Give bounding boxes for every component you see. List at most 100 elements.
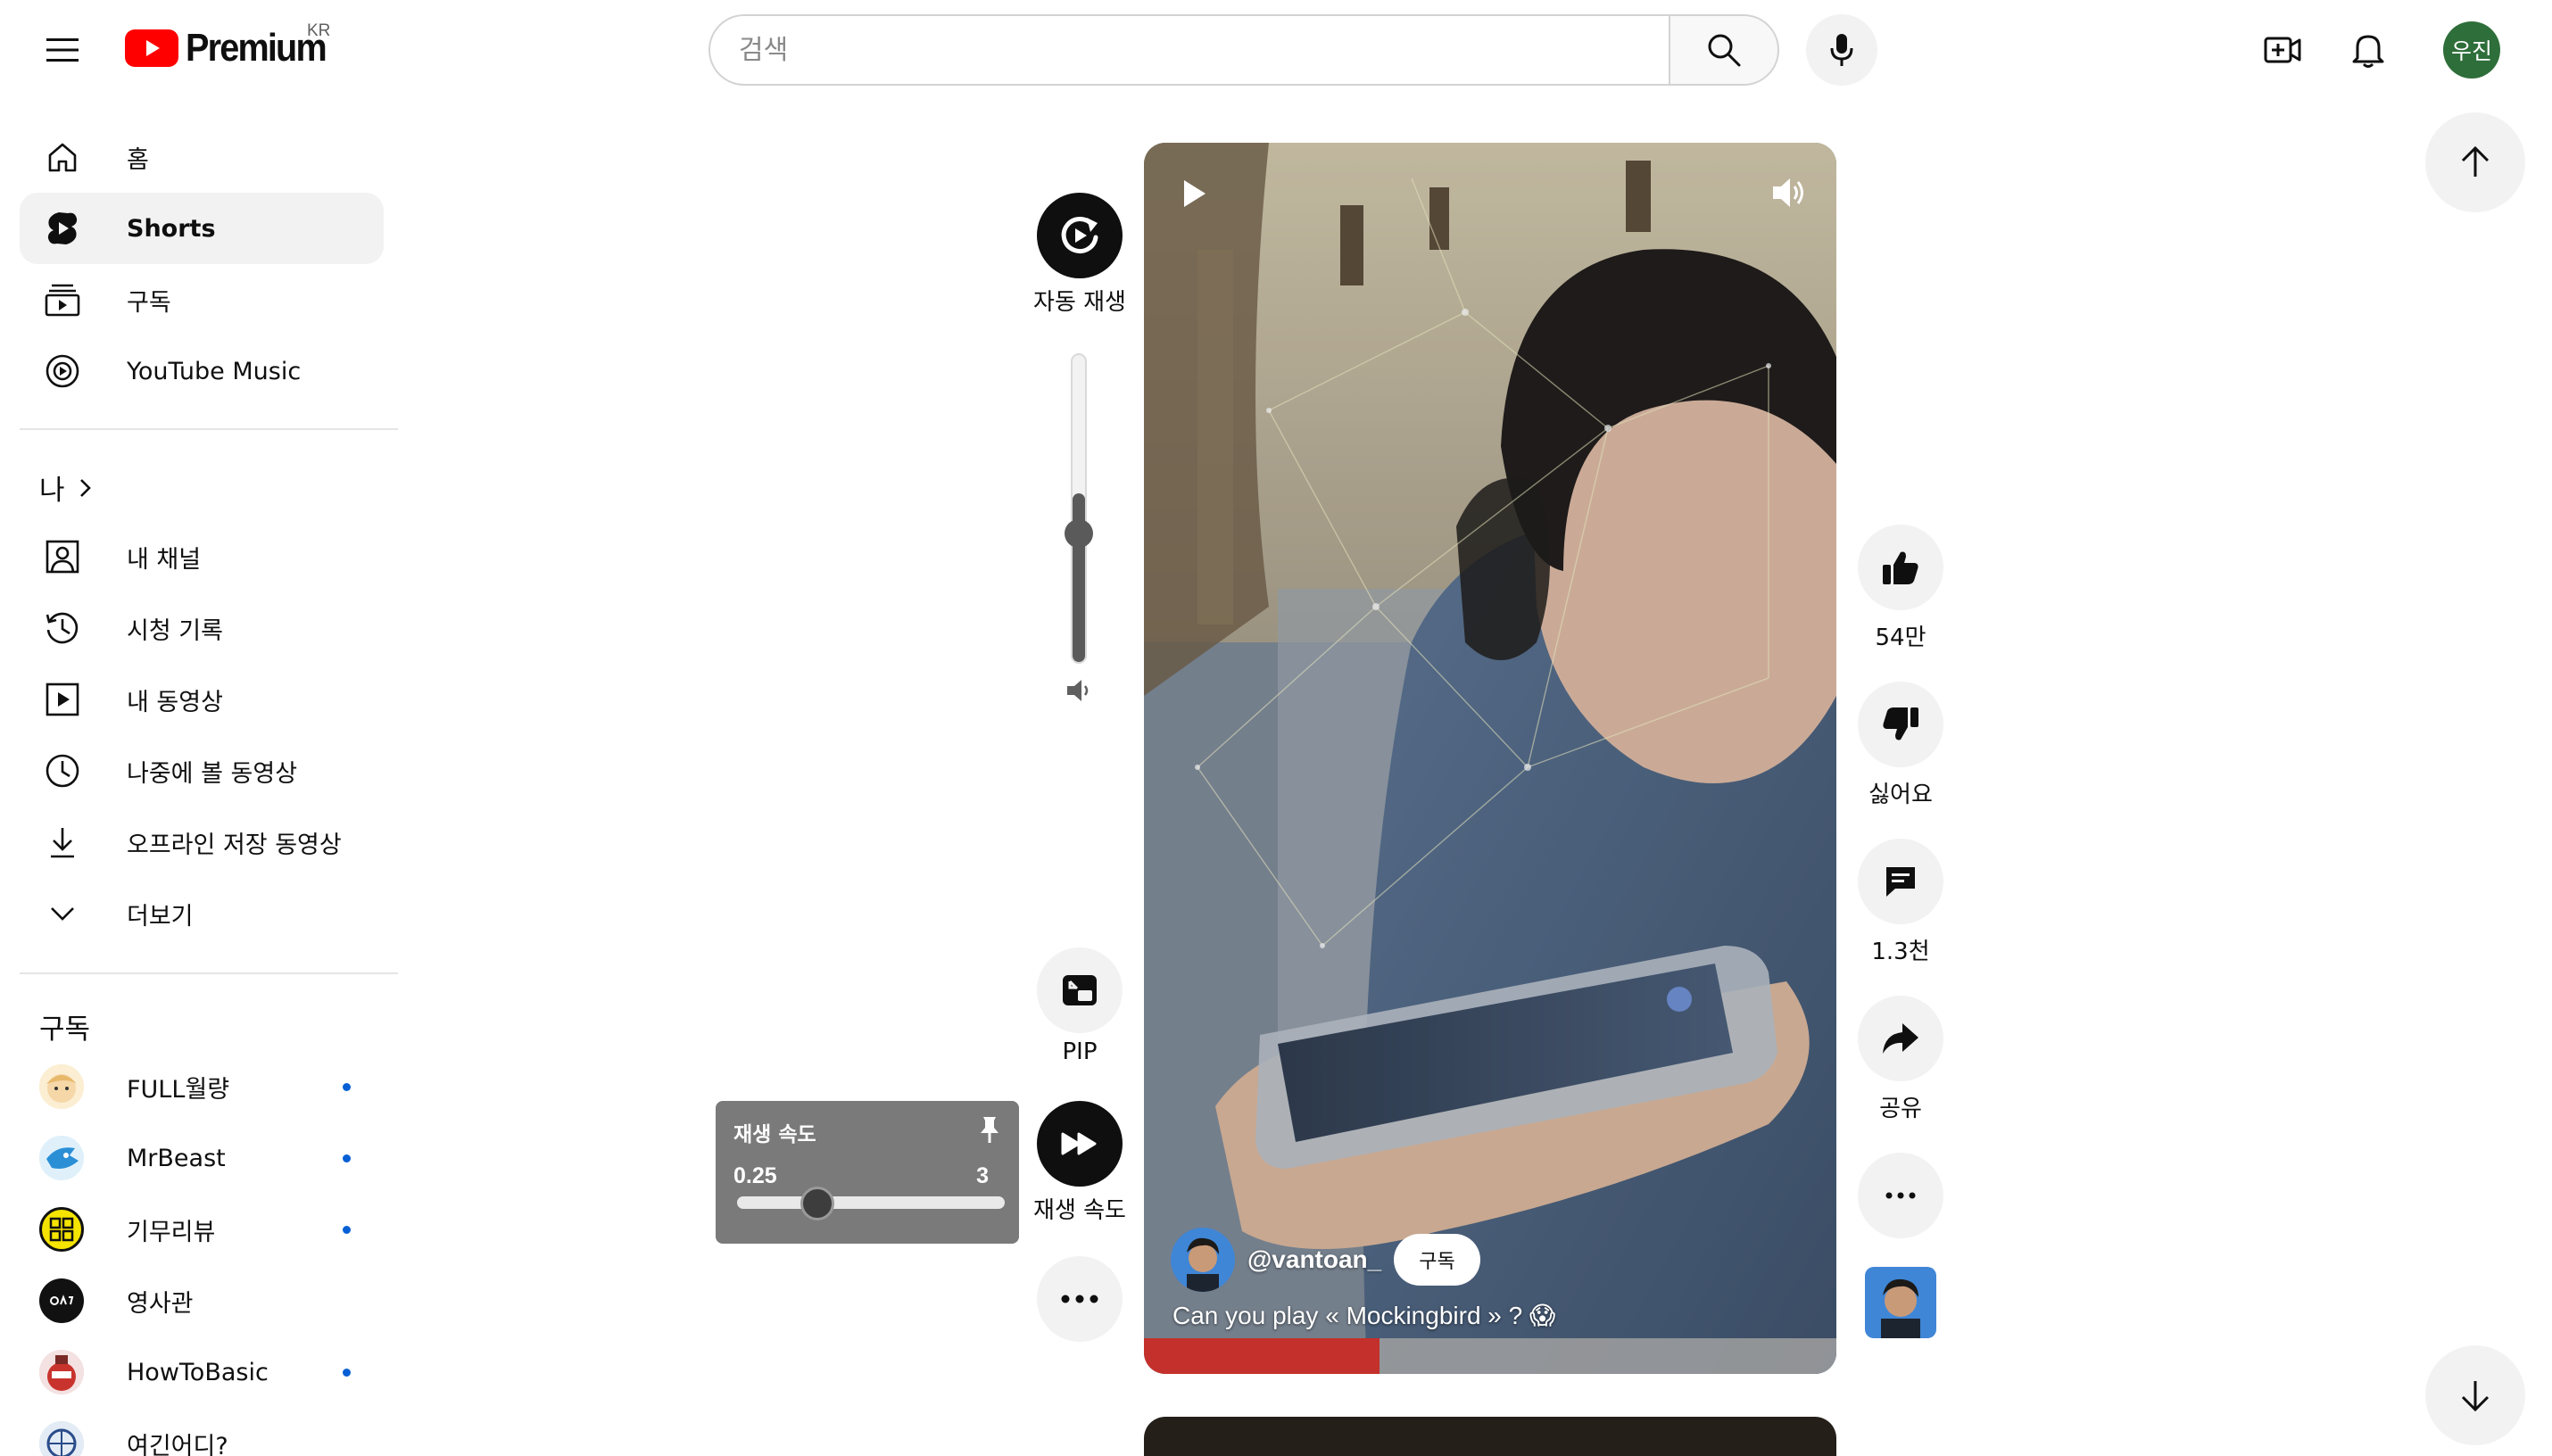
thumbs-up-icon bbox=[1883, 551, 1918, 584]
new-content-dot bbox=[343, 1154, 351, 1162]
sidebar-item-label: 구독 bbox=[127, 288, 171, 317]
video-mute-button[interactable] bbox=[1770, 175, 1808, 215]
subscription-item[interactable]: FULL월량 bbox=[20, 1051, 384, 1122]
subscription-item[interactable]: 여긴어디? bbox=[20, 1408, 384, 1456]
comment-count: 1.3천 bbox=[1871, 939, 1930, 965]
voice-search-button[interactable] bbox=[1806, 14, 1877, 86]
channel-row: @vantoan_ 구독 bbox=[1171, 1228, 1480, 1292]
sidebar-item-show-more[interactable]: 더보기 bbox=[20, 878, 384, 949]
your-channel-icon bbox=[41, 535, 84, 578]
pip-button[interactable] bbox=[1037, 947, 1123, 1033]
player-more-button[interactable] bbox=[1037, 1256, 1123, 1342]
pin-icon[interactable] bbox=[978, 1115, 1001, 1148]
sidebar-item-subscriptions[interactable]: 구독 bbox=[20, 264, 384, 335]
chevron-down-icon bbox=[41, 892, 84, 935]
channel-avatar bbox=[39, 1421, 84, 1456]
speed-slider-handle[interactable] bbox=[800, 1187, 834, 1220]
sidebar-item-your-videos[interactable]: 내 동영상 bbox=[20, 664, 384, 735]
like-count: 54만 bbox=[1875, 625, 1926, 651]
sidebar-item-watch-later[interactable]: 나중에 볼 동영상 bbox=[20, 735, 384, 807]
volume-icon bbox=[1773, 178, 1803, 207]
search-input[interactable] bbox=[739, 34, 1669, 66]
channel-avatar bbox=[39, 1064, 84, 1109]
more-actions-button[interactable] bbox=[1858, 1153, 1943, 1238]
downloads-icon bbox=[41, 821, 84, 864]
subscription-item[interactable]: MrBeast bbox=[20, 1122, 384, 1194]
sidebar-divider bbox=[20, 428, 398, 430]
logo-text: Premium bbox=[186, 26, 327, 70]
sidebar-item-home[interactable]: 홈 bbox=[20, 121, 384, 193]
channel-name[interactable]: @vantoan_ bbox=[1247, 1245, 1381, 1274]
microphone-icon bbox=[1830, 34, 1853, 66]
video-caption[interactable]: Can you play « Mockingbird » ? 😱 bbox=[1172, 1301, 1555, 1330]
sidebar-item-history[interactable]: 시청 기록 bbox=[20, 592, 384, 664]
subscriptions-icon bbox=[41, 278, 84, 321]
sidebar-item-label: 나중에 볼 동영상 bbox=[127, 759, 298, 788]
share-label: 공유 bbox=[1879, 1096, 1922, 1122]
sidebar-item-label: Shorts bbox=[127, 214, 216, 243]
sidebar-item-label: 내 채널 bbox=[127, 545, 202, 574]
speed-slider[interactable] bbox=[737, 1196, 1005, 1209]
create-video-icon bbox=[2264, 37, 2301, 63]
chevron-right-icon bbox=[79, 478, 91, 497]
sidebar: 홈 Shorts 구독 YouTube Music 나 내 채널 시청 기록 내… bbox=[0, 100, 400, 1456]
video-progress-bar[interactable] bbox=[1144, 1338, 1836, 1374]
play-icon bbox=[1184, 180, 1206, 207]
create-button[interactable] bbox=[2256, 23, 2309, 77]
subscription-item[interactable]: 기무리뷰 bbox=[20, 1194, 384, 1265]
sidebar-item-your-channel[interactable]: 내 채널 bbox=[20, 521, 384, 592]
more-horizontal-icon bbox=[1061, 1295, 1098, 1303]
previous-short-button[interactable] bbox=[2425, 112, 2525, 212]
subscription-item[interactable]: 영사관 bbox=[20, 1265, 384, 1336]
subscription-name: 영사관 bbox=[127, 1289, 194, 1318]
search-box bbox=[708, 14, 1669, 86]
notifications-button[interactable] bbox=[2341, 23, 2395, 77]
your-videos-icon bbox=[41, 678, 84, 721]
sidebar-item-label: 내 동영상 bbox=[127, 688, 223, 716]
you-section-header[interactable]: 나 bbox=[39, 467, 94, 508]
search-button[interactable] bbox=[1669, 14, 1779, 86]
dislike-label: 싫어요 bbox=[1868, 782, 1933, 808]
home-icon bbox=[41, 136, 84, 178]
new-content-dot bbox=[343, 1082, 351, 1091]
search-bar bbox=[708, 14, 1779, 86]
share-button[interactable] bbox=[1858, 996, 1943, 1081]
sidebar-item-downloads[interactable]: 오프라인 저장 동영상 bbox=[20, 807, 384, 878]
autoplay-icon bbox=[1061, 217, 1098, 253]
you-section-title: 나 bbox=[39, 475, 65, 507]
next-short-preview[interactable] bbox=[1144, 1417, 1836, 1456]
channel-avatar[interactable] bbox=[1171, 1228, 1235, 1292]
sidebar-item-shorts[interactable]: Shorts bbox=[20, 193, 384, 264]
bell-icon bbox=[2352, 35, 2384, 68]
autoplay-button[interactable] bbox=[1037, 193, 1123, 278]
like-button[interactable] bbox=[1858, 525, 1943, 610]
dislike-button[interactable] bbox=[1858, 682, 1943, 767]
fast-forward-icon bbox=[1061, 1132, 1097, 1155]
picture-in-picture-icon bbox=[1063, 975, 1097, 1005]
playback-speed-button[interactable] bbox=[1037, 1101, 1123, 1187]
sidebar-item-youtube-music[interactable]: YouTube Music bbox=[20, 335, 384, 407]
pip-label: PIP bbox=[1062, 1038, 1098, 1065]
watch-later-icon bbox=[41, 749, 84, 792]
channel-avatar bbox=[39, 1207, 84, 1252]
shorts-video-player[interactable]: @vantoan_ 구독 Can you play « Mockingbird … bbox=[1144, 143, 1836, 1374]
speaker-icon[interactable] bbox=[1065, 678, 1094, 707]
next-short-button[interactable] bbox=[2425, 1345, 2525, 1445]
volume-slider-handle[interactable] bbox=[1065, 519, 1093, 548]
subscriptions-section-title: 구독 bbox=[39, 1013, 91, 1046]
menu-icon[interactable] bbox=[32, 25, 93, 75]
video-play-button[interactable] bbox=[1181, 178, 1208, 213]
channel-avatar bbox=[39, 1278, 84, 1323]
video-progress-fill bbox=[1144, 1338, 1380, 1374]
top-bar: Premium KR 우진 bbox=[0, 0, 2552, 100]
sidebar-item-label: 홈 bbox=[127, 145, 149, 174]
comments-button[interactable] bbox=[1858, 839, 1943, 924]
audio-source-thumbnail[interactable] bbox=[1865, 1267, 1936, 1338]
sidebar-item-label: YouTube Music bbox=[127, 357, 302, 385]
volume-slider[interactable] bbox=[1071, 353, 1087, 664]
subscription-name: 여긴어디? bbox=[127, 1432, 228, 1456]
subscribe-button[interactable]: 구독 bbox=[1394, 1234, 1480, 1286]
subscription-item[interactable]: HowToBasic bbox=[20, 1336, 384, 1408]
sidebar-item-label: 시청 기록 bbox=[127, 616, 223, 645]
account-avatar[interactable]: 우진 bbox=[2443, 21, 2500, 79]
